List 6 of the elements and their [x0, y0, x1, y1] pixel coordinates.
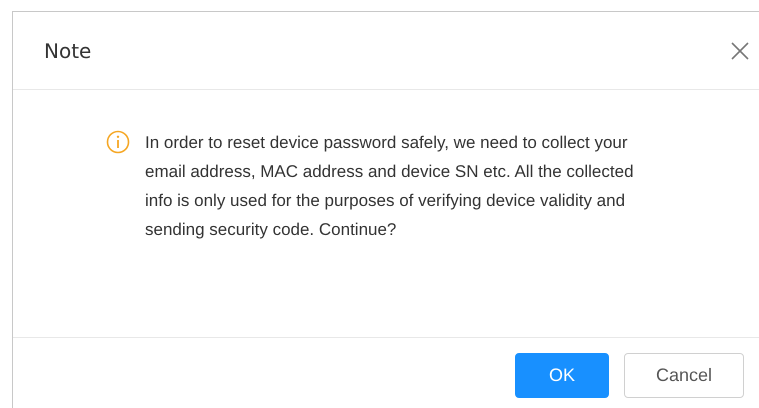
close-icon — [730, 40, 750, 60]
close-button[interactable] — [730, 40, 750, 60]
dialog-title: Note — [44, 38, 92, 62]
cancel-button[interactable]: Cancel — [624, 353, 744, 398]
message-text: In order to reset device password safely, we need to collect your email address, MAC address and device SN etc. All the collected info is only used for the purposes of verifying device validity and sending security code. Continue? — [145, 132, 635, 241]
info-icon — [106, 130, 130, 154]
